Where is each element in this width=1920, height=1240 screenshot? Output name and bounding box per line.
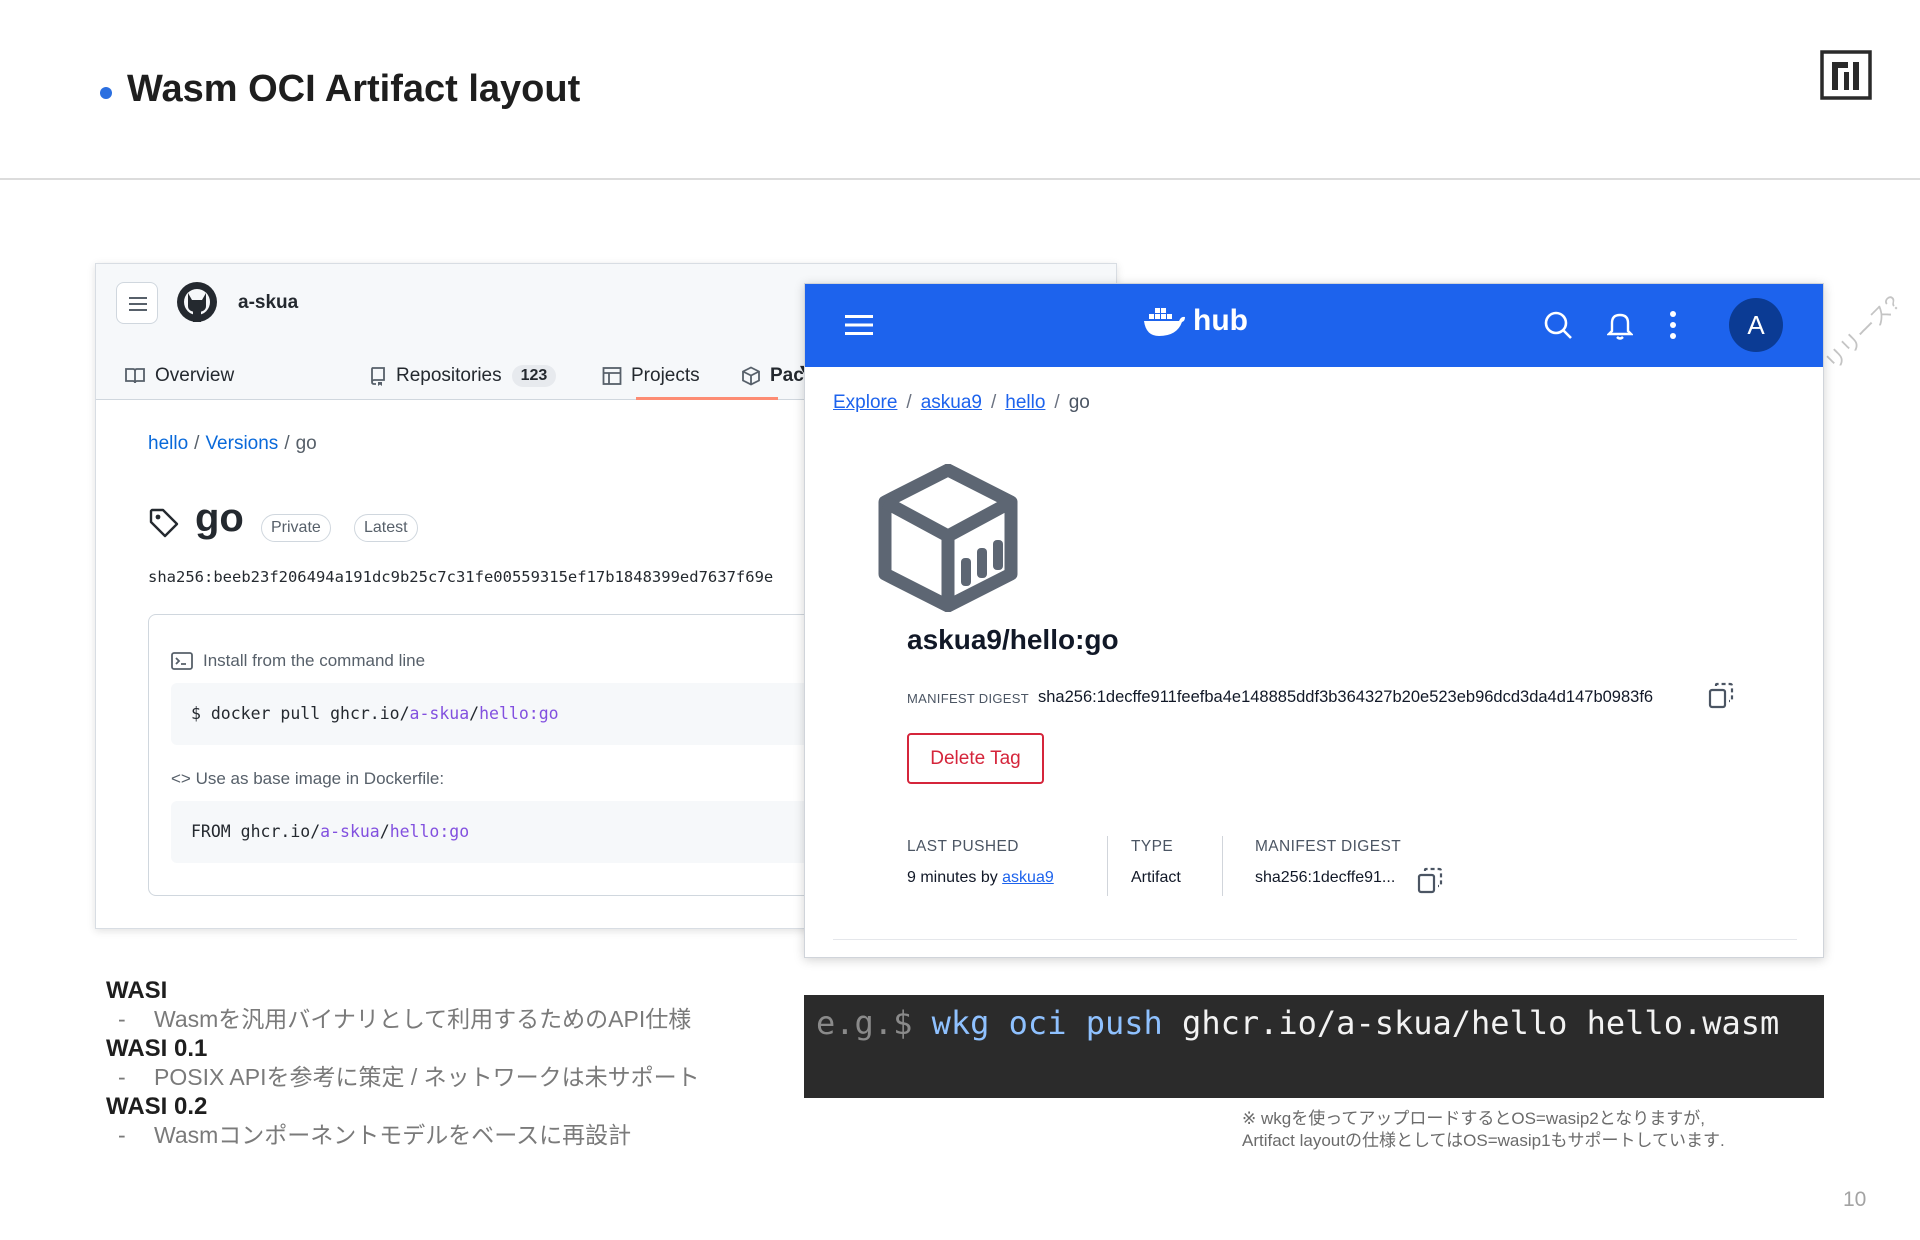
tab-repositories-label: Repositories (396, 365, 502, 386)
from-owner: a-skua (320, 822, 380, 841)
wasi-item: - Wasmコンポーネントモデルをベースに再設計 (118, 1122, 632, 1148)
type-column: TYPE Artifact (1131, 838, 1181, 887)
cmd-example-prefix: e.g.$ (816, 1004, 913, 1042)
cmd-image: hello:go (479, 704, 559, 723)
title-bullet (100, 87, 112, 99)
last-pushed-time: 9 minutes by (907, 869, 1003, 886)
copy-icon[interactable] (1417, 867, 1443, 895)
side-note-text: リリース? (1821, 291, 1905, 375)
tab-projects[interactable]: Projects (602, 352, 700, 400)
tab-overview-label: Overview (155, 365, 235, 386)
cmd-example-keyword: wkg oci push (931, 1004, 1163, 1042)
wasi-item-text: POSIX APIを参考に策定 / ネットワークは未サポート (154, 1064, 700, 1090)
type-label: TYPE (1131, 838, 1174, 855)
last-pushed-value: 9 minutes by askua9 (907, 869, 1054, 887)
github-breadcrumb: hello / Versions / go (148, 433, 317, 454)
code-icon: <> (171, 769, 191, 788)
book-icon (125, 368, 145, 384)
dockerhub-logo[interactable]: hub (1143, 304, 1248, 338)
docker-whale-icon (1144, 308, 1185, 336)
breadcrumb-explore[interactable]: Explore (833, 392, 897, 413)
tag-title: askua9/hello:go (907, 624, 1119, 655)
section-divider (833, 939, 1797, 940)
delete-tag-button[interactable]: Delete Tag (907, 733, 1044, 784)
footnote-line-2: Artifact layoutの仕様としてはOS=wasip1もサポートしていま… (1242, 1131, 1725, 1150)
wasi-item: - Wasmを汎用バイナリとして利用するためのAPI仕様 (118, 1006, 692, 1032)
manifest-digest-label: MANIFEST DIGEST (907, 691, 1029, 706)
active-tab-indicator (636, 397, 778, 400)
base-image-heading: <> Use as base image in Dockerfile: (171, 769, 444, 789)
last-pushed-label: LAST PUSHED (907, 838, 1019, 855)
breadcrumb-current: go (1068, 392, 1090, 413)
copy-icon[interactable] (1708, 682, 1734, 710)
hamburger-icon (129, 297, 147, 311)
github-owner-name[interactable]: a-skua (238, 292, 298, 314)
more-vertical-icon[interactable] (1669, 310, 1677, 340)
from-image: hello:go (389, 822, 470, 841)
from-prefix: FROM ghcr.io/ (191, 822, 321, 841)
install-heading-text: Install from the command line (203, 651, 426, 670)
dockerhub-topbar: hub A (805, 284, 1823, 367)
breadcrumb-askua9[interactable]: askua9 (921, 392, 982, 413)
column-divider (1107, 836, 1108, 896)
slide-title: Wasm OCI Artifact layout (127, 68, 581, 110)
dockerhub-tag-panel: hub A Explore / askua9/hello / go askua9/hel… (804, 283, 1824, 958)
repo-icon (371, 367, 385, 386)
from-separator: / (379, 822, 390, 841)
user-avatar[interactable]: A (1729, 298, 1783, 352)
column-divider (1222, 836, 1223, 896)
wasi-heading: WASI 0.2 (106, 1093, 208, 1120)
cmd-owner: a-skua (409, 704, 470, 723)
digest-short-value: sha256:1decffe91... (1255, 869, 1396, 886)
cmd-prefix: $ docker pull ghcr.io/ (191, 704, 410, 723)
wasi-heading: WASI (106, 977, 168, 1004)
wasi-item: - POSIX APIを参考に策定 / ネットワークは未サポート (118, 1064, 700, 1090)
digest-column-label: MANIFEST DIGEST (1255, 838, 1402, 855)
wasi-item-text: Wasmコンポーネントモデルをベースに再設計 (154, 1122, 632, 1148)
bell-icon[interactable] (1607, 310, 1633, 340)
type-value: Artifact (1131, 869, 1181, 886)
wasi-notes: WASI - Wasmを汎用バイナリとして利用するためのAPI仕様 WASI 0.… (106, 976, 806, 1150)
repositories-count-badge: 123 (511, 365, 557, 387)
manifest-digest-value: sha256:1decffe911feefba4e148885ddf3b3643… (1038, 688, 1654, 706)
breadcrumb-current: go (295, 433, 317, 454)
dockerhub-breadcrumb: Explore / askua9/hello / go (833, 392, 1090, 413)
breadcrumb-hello[interactable]: hello (1005, 392, 1045, 413)
install-heading: Install from the command line (171, 651, 425, 671)
breadcrumb-hello[interactable]: hello (148, 433, 188, 454)
tag-icon (149, 508, 179, 538)
package-version-name: go (195, 496, 244, 540)
terminal-icon (171, 652, 193, 670)
tab-projects-label: Projects (631, 365, 700, 386)
wkg-command-example: e.g.$ wkg oci push ghcr.io/a-skua/hello … (804, 995, 1824, 1098)
digest-column: MANIFEST DIGEST sha256:1decffe91... (1255, 838, 1401, 887)
footnote-line-1: ※ wkgを使ってアップロードするとOS=wasip2となりますが, (1242, 1109, 1705, 1128)
tab-repositories[interactable]: Repositories 123 (369, 352, 557, 400)
github-logo-icon[interactable] (175, 280, 219, 324)
table-icon (602, 367, 622, 385)
package-cube-icon (878, 464, 1018, 612)
tab-overview[interactable]: Overview (124, 352, 234, 400)
base-image-heading-text: Use as base image in Dockerfile: (195, 769, 445, 788)
brand-logo-icon (1820, 50, 1872, 100)
page-number: 10 (1843, 1188, 1867, 1211)
cmd-separator: / (469, 704, 480, 723)
wasi-item-text: Wasmを汎用バイナリとして利用するためのAPI仕様 (154, 1006, 692, 1032)
github-menu-button[interactable] (116, 282, 158, 324)
search-icon[interactable] (1543, 310, 1573, 340)
package-sha: sha256:beeb23f206494a191dc9b25c7c31fe005… (148, 568, 774, 586)
hamburger-icon[interactable] (845, 314, 873, 336)
last-pushed-column: LAST PUSHED 9 minutes by askua9 (907, 838, 1054, 887)
breadcrumb-versions[interactable]: Versions (205, 433, 278, 454)
private-label: Private (261, 514, 331, 542)
dockerhub-logo-text: hub (1193, 304, 1248, 337)
cmd-example-args: ghcr.io/a-skua/hello hello.wasm (1182, 1004, 1780, 1042)
wasi-heading: WASI 0.1 (106, 1035, 208, 1062)
slide-header: Wasm OCI Artifact layout (0, 0, 1920, 180)
footnote: ※ wkgを使ってアップロードするとOS=wasip2となりますが, Artif… (1242, 1108, 1725, 1152)
last-pushed-user-link[interactable]: askua9 (1002, 869, 1054, 886)
package-icon (742, 366, 760, 386)
latest-label: Latest (354, 514, 418, 542)
